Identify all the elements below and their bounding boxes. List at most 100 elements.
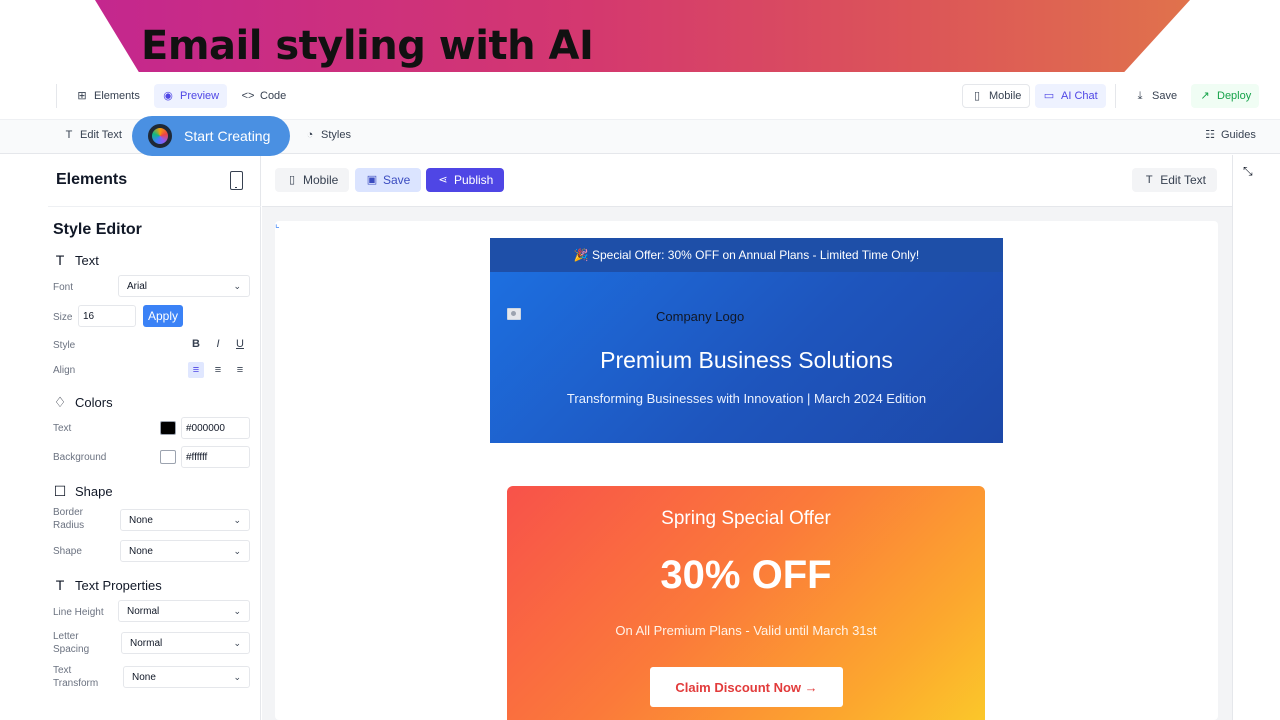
edit-text-button[interactable]: T Edit Text (63, 129, 122, 141)
style-label: Style (53, 340, 76, 351)
code-tab[interactable]: <> Code (234, 84, 294, 108)
editor-edit-text-button[interactable]: T Edit Text (1132, 168, 1217, 192)
mobile-button[interactable]: ▯ Mobile (962, 84, 1031, 108)
text-icon: T (55, 252, 65, 268)
elements-tab-label: Elements (94, 90, 140, 102)
text-transform-value: None (132, 671, 156, 683)
edit-text-label: Edit Text (80, 129, 122, 141)
line-height-select[interactable]: Normal ⌄ (118, 600, 250, 622)
preview-tab-label: Preview (180, 90, 220, 102)
editor-save-button[interactable]: ▣ Save (355, 168, 422, 192)
sidebar-header: Elements (48, 155, 261, 207)
text-section-heading: T Text (53, 252, 99, 268)
text-color-input[interactable]: #000000 (181, 417, 250, 439)
size-input-value: 16 (83, 310, 95, 322)
email-hero[interactable]: Company Logo Premium Business Solutions … (490, 272, 1003, 443)
shape-value: None (129, 545, 153, 557)
toolbar-divider (1115, 84, 1116, 108)
device-phone-icon[interactable] (230, 171, 243, 190)
editor-mobile-label: Mobile (303, 173, 339, 187)
eye-icon: ◉ (163, 90, 173, 102)
guides-button[interactable]: ☷ Guides (1204, 129, 1256, 141)
promo-banner[interactable]: 🎉 Special Offer: 30% OFF on Annual Plans… (490, 238, 1003, 272)
italic-icon[interactable]: I (210, 336, 226, 352)
hero-subtitle[interactable]: Transforming Businesses with Innovation … (490, 391, 1003, 406)
text-color-value: #000000 (186, 422, 225, 434)
download-icon: ⤓ (1137, 90, 1143, 102)
bg-color-swatch[interactable] (160, 450, 176, 464)
preview-tab[interactable]: ◉ Preview (154, 84, 228, 108)
offer-card[interactable]: Spring Special Offer 30% OFF On All Prem… (507, 486, 985, 720)
font-select[interactable]: Arial ⌄ (118, 275, 250, 297)
deploy-button[interactable]: ↗ Deploy (1191, 84, 1260, 108)
styles-button[interactable]: ◔ Styles (304, 129, 351, 141)
border-radius-label-line1: Border (53, 507, 84, 518)
colors-section-label: Colors (75, 395, 113, 410)
text-transform-label-line2: Transform (53, 678, 99, 689)
text-transform-select[interactable]: None ⌄ (123, 666, 250, 688)
text-icon: T (65, 129, 73, 141)
share-icon: ⋖ (438, 174, 448, 186)
line-height-value: Normal (127, 605, 160, 617)
chevron-down-icon: ⌄ (233, 605, 241, 616)
editor-mobile-button[interactable]: ▯ Mobile (275, 168, 350, 192)
guides-label: Guides (1221, 129, 1256, 141)
text-icon: T (55, 577, 65, 593)
border-radius-value: None (129, 514, 153, 526)
text-properties-label: Text Properties (75, 577, 162, 593)
align-left-icon[interactable]: ≡ (188, 362, 204, 378)
save-button[interactable]: ⤓ Save (1126, 84, 1185, 108)
letter-spacing-select[interactable]: Normal ⌄ (121, 632, 250, 654)
offer-discount[interactable]: 30% OFF (507, 553, 985, 598)
style-sidebar: Elements Style Editor T Text Font Arial … (48, 155, 261, 720)
bold-icon[interactable]: B (188, 336, 204, 352)
align-right-icon[interactable]: ≡ (232, 362, 248, 378)
font-select-value: Arial (127, 280, 148, 292)
start-creating-label: Start Creating (184, 128, 271, 144)
border-radius-select[interactable]: None ⌄ (120, 509, 250, 531)
apply-button[interactable]: Apply (143, 305, 183, 327)
letter-spacing-label: Letter Spacing (53, 630, 89, 656)
collapse-icon[interactable]: ⤡ (1243, 164, 1253, 179)
line-height-label: Line Height (53, 607, 104, 618)
ai-chat-button[interactable]: ▭ AI Chat (1035, 84, 1106, 108)
elements-tab[interactable]: ⊞ Elements (68, 84, 148, 108)
text-properties-heading: T Text Properties (53, 577, 162, 593)
bg-color-label: Background (53, 452, 107, 463)
text-color-swatch[interactable] (160, 421, 176, 435)
text-section-label: Text (75, 252, 99, 268)
shape-select[interactable]: None ⌄ (120, 540, 250, 562)
letter-spacing-value: Normal (130, 637, 163, 649)
promo-text: 🎉 Special Offer: 30% OFF on Annual Plans… (573, 248, 920, 262)
text-transform-label: Text Transform (53, 664, 98, 690)
hero-title[interactable]: Premium Business Solutions (490, 347, 1003, 374)
offer-subtitle[interactable]: On All Premium Plans - Valid until March… (507, 623, 985, 638)
external-link-icon: ↗ (1200, 90, 1210, 102)
offer-title[interactable]: Spring Special Offer (507, 508, 985, 530)
code-tab-label: Code (260, 90, 287, 102)
start-creating-button[interactable]: Start Creating (132, 116, 290, 156)
font-label: Font (53, 282, 74, 293)
bg-color-value: #ffffff (186, 451, 208, 463)
align-center-icon[interactable]: ≡ (210, 362, 226, 378)
size-input[interactable]: 16 (78, 305, 136, 327)
grid-icon: ⊞ (77, 90, 87, 102)
top-toolbar: ⊞ Elements ◉ Preview <> Code ▯ Mobile ▭ … (0, 72, 1280, 120)
chevron-down-icon: ⌄ (233, 637, 241, 648)
bg-color-input[interactable]: #ffffff (181, 446, 250, 468)
shape-section-label: Shape (75, 484, 113, 499)
text-color-label: Text (53, 423, 72, 434)
ai-orb-icon (148, 124, 172, 148)
chat-icon: ▭ (1043, 90, 1055, 102)
editor-save-label: Save (383, 173, 411, 187)
publish-label: Publish (454, 173, 494, 187)
align-label: Align (53, 365, 76, 376)
border-radius-label: Border Radius (53, 506, 84, 532)
resize-handle-icon[interactable]: ⌞ (275, 219, 280, 230)
underline-icon[interactable]: U (232, 336, 248, 352)
claim-discount-button[interactable]: Claim Discount Now → (650, 667, 843, 707)
publish-button[interactable]: ⋖ Publish (426, 168, 505, 192)
shape-section-heading: ☐ Shape (53, 483, 113, 500)
editor-edit-text-label: Edit Text (1160, 173, 1206, 187)
colors-section-heading: ♢ Colors (53, 394, 113, 411)
